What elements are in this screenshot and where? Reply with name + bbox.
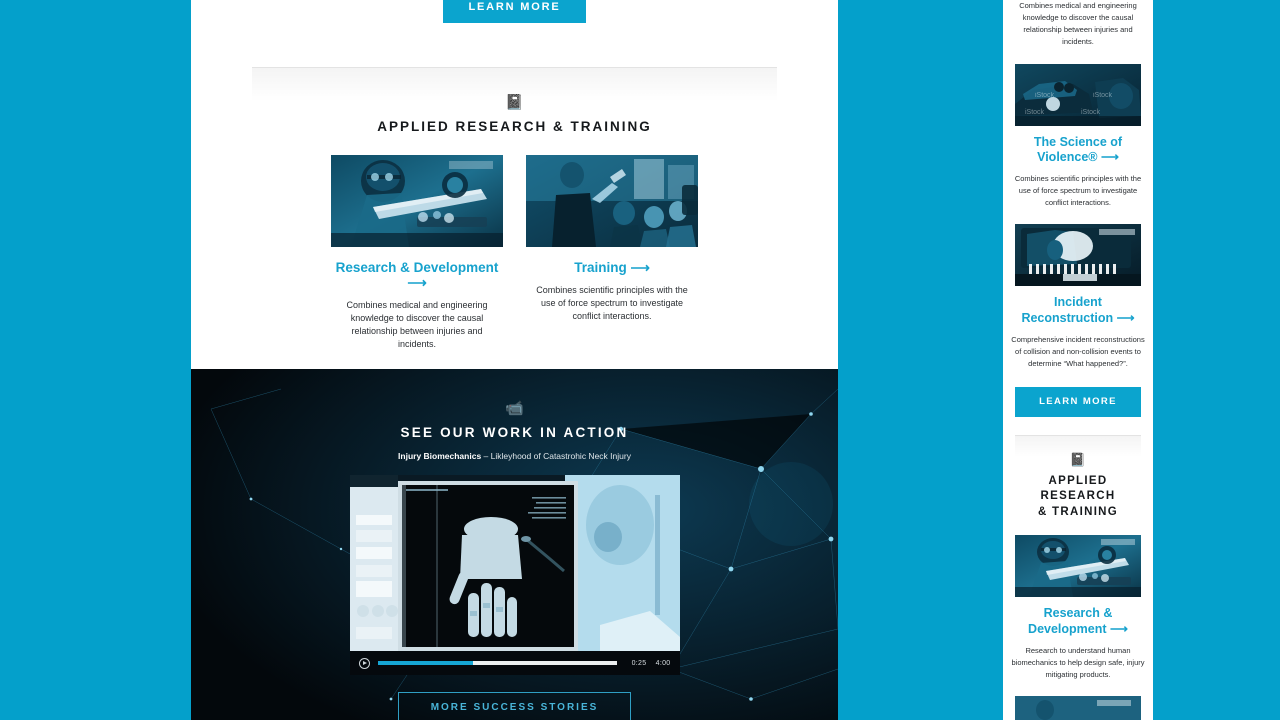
video-duration: 4:00 (655, 659, 671, 667)
sidebar-applied-research-header: 📓 APPLIED RESEARCH & TRAINING (1003, 453, 1153, 521)
sidebar-card-incident-reconstruction: Incident Reconstruction ⟶ Comprehensive … (1003, 224, 1153, 370)
applied-research-section-header: 📓 APPLIED RESEARCH & TRAINING (191, 95, 838, 134)
sidebar-card-link-incident-reconstruction[interactable]: Incident Reconstruction ⟶ (1003, 295, 1153, 326)
video-current-time: 0:25 (631, 659, 647, 667)
top-cta-container: LEARN MORE (191, 0, 838, 23)
video-subtitle-detail: – Likleyhood of Catastrohic Neck Injury (481, 451, 631, 461)
svg-text:iStock: iStock (1093, 92, 1113, 99)
sidebar-card-image-incident-reconstruction (1015, 224, 1141, 287)
card-training: Training ⟶ Combines scientific principle… (526, 155, 698, 351)
learn-more-button-top[interactable]: LEARN MORE (442, 0, 587, 23)
book-icon: 📓 (505, 94, 524, 111)
sidebar-top-fragment-description: Combines medical and engineering knowled… (1019, 1, 1137, 47)
sidebar-card-next-partial (1003, 696, 1153, 720)
see-our-work-section: 📹 SEE OUR WORK IN ACTION Injury Biomecha… (191, 369, 838, 720)
video-subtitle-topic: Injury Biomechanics (398, 451, 482, 461)
right-sidebar-column: Combines medical and engineering knowled… (1003, 0, 1153, 720)
card-research-development: Research & Development ⟶ Combines medica… (331, 155, 503, 351)
play-pause-icon[interactable] (358, 657, 370, 669)
sidebar-card-research-development: Research & Development ⟶ Research to und… (1003, 535, 1153, 681)
sidebar-card-image-science-of-violence: iStock iStock iStock iStock (1015, 63, 1141, 126)
service-cards-row: Research & Development ⟶ Combines medica… (191, 155, 838, 351)
main-content-column: LEARN MORE 📓 APPLIED RESEARCH & TRAINING (191, 0, 838, 720)
sidebar-section-title-line1: APPLIED (1048, 474, 1108, 487)
page-root: LEARN MORE 📓 APPLIED RESEARCH & TRAINING (0, 0, 1280, 720)
sidebar-card-science-of-violence: iStock iStock iStock iStock The Science of… (1003, 63, 1153, 210)
sidebar-section-title-line2: RESEARCH (1040, 490, 1116, 503)
more-stories-container: MORE SUCCESS STORIES (191, 692, 838, 720)
video-subtitle: Injury Biomechanics – Likleyhood of Cata… (191, 451, 838, 461)
sidebar-card-image-research-development (1015, 535, 1141, 598)
svg-text:iStock: iStock (1035, 92, 1055, 99)
card-image-training (526, 155, 698, 247)
more-success-stories-button[interactable]: MORE SUCCESS STORIES (397, 692, 632, 720)
card-image-research-development (331, 155, 503, 247)
svg-text:iStock: iStock (1081, 109, 1101, 116)
video-poster-image (349, 475, 680, 675)
sidebar-card-link-research-development[interactable]: Research & Development ⟶ (1003, 606, 1153, 637)
card-description-training: Combines scientific principles with the … (536, 285, 688, 322)
card-link-training[interactable]: Training ⟶ (526, 260, 698, 276)
sidebar-card-description-science-of-violence: Combines scientific principles with the … (1014, 174, 1142, 208)
video-controls-bar: 0:25 4:00 (349, 651, 680, 675)
card-link-research-development[interactable]: Research & Development ⟶ (331, 260, 503, 291)
book-icon: 📓 (1069, 451, 1087, 467)
sidebar-card-description-research-development: Research to understand human biomechanic… (1011, 645, 1145, 680)
video-player[interactable]: 0:25 4:00 (349, 475, 680, 675)
video-timestamps: 0:25 4:00 (625, 660, 671, 667)
video-camera-icon: 📹 (505, 400, 524, 417)
section-title: APPLIED RESEARCH & TRAINING (377, 119, 652, 134)
svg-text:iStock: iStock (1025, 109, 1045, 116)
sidebar-card-image-next-partial (1015, 696, 1141, 720)
card-description-research-development: Combines medical and engineering knowled… (346, 300, 488, 350)
video-section-content: 📹 SEE OUR WORK IN ACTION Injury Biomecha… (191, 369, 838, 720)
sidebar-card-description-incident-reconstruction: Comprehensive incident reconstructions o… (1011, 334, 1145, 369)
video-progress-fill (377, 661, 474, 665)
sidebar-cta-container: LEARN MORE (1003, 387, 1153, 417)
video-scrubber[interactable] (377, 661, 617, 665)
video-section-title: SEE OUR WORK IN ACTION (400, 425, 629, 440)
sidebar-card-link-science-of-violence[interactable]: The Science of Violence® ⟶ (1003, 135, 1153, 166)
sidebar-section-title: APPLIED RESEARCH & TRAINING (1003, 474, 1153, 521)
sidebar-section-title-line3: & TRAINING (1037, 505, 1119, 518)
sidebar-learn-more-button[interactable]: LEARN MORE (1015, 387, 1141, 417)
